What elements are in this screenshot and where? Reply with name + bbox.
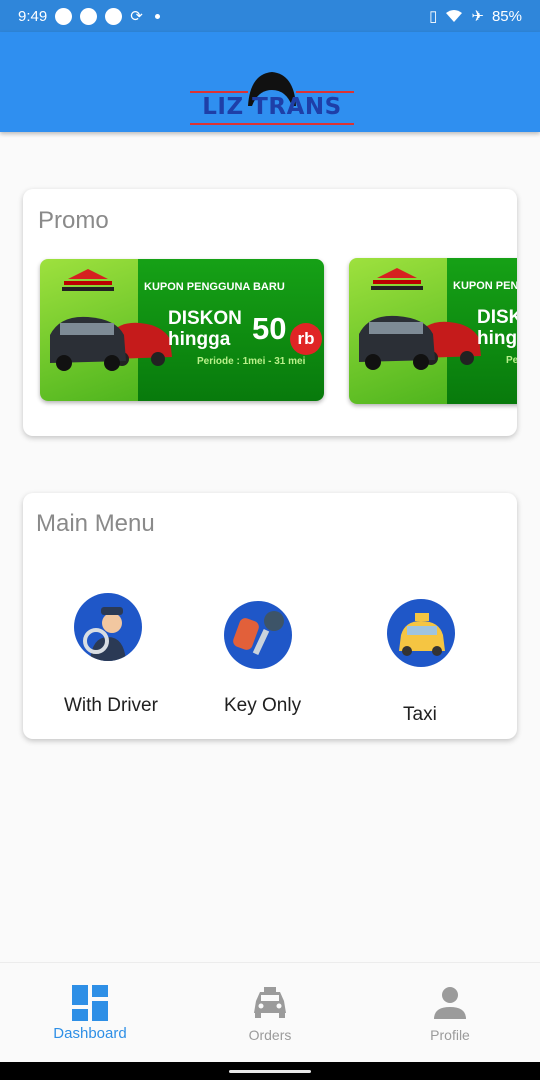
banner-kupon-text: KUPON PENGGUNA BARU — [453, 280, 517, 292]
driver-icon — [74, 593, 142, 661]
banner-kupon-text: KUPON PENGGUNA BARU — [144, 281, 285, 293]
dashboard-icon — [72, 985, 108, 1021]
promo-banner[interactable]: KUPON PENGGUNA BARU DISKON hingga 50 rb … — [40, 259, 324, 401]
nav-label-orders: Orders — [248, 1027, 292, 1043]
banner-diskon-label: DISKON — [477, 307, 517, 328]
nav-item-dashboard[interactable]: Dashboard — [0, 963, 180, 1063]
banner-hingga-label: hingga — [477, 328, 517, 349]
whatsapp-icon — [80, 7, 98, 25]
banner-logo-icon — [371, 268, 423, 290]
system-navigation-bar — [0, 1062, 540, 1080]
app-bar: LIZ TRANS — [0, 32, 540, 132]
menu-label-key-only: Key Only — [224, 695, 302, 716]
home-gesture-handle[interactable] — [229, 1070, 311, 1073]
power-app-icon — [105, 7, 123, 25]
banner-periode-text: Periode : 1mei - 31 mei — [197, 356, 306, 367]
banner-periode-text: Periode : 1mei - 31 mei — [506, 355, 517, 366]
bottom-navigation: Dashboard Orders Profile — [0, 962, 540, 1062]
banner-diskon-label: DISKON — [168, 308, 242, 329]
status-bar: 9:49 ⟳ ▯ ✈ 85% — [0, 0, 540, 32]
person-icon — [434, 987, 466, 1019]
promo-banner[interactable]: KUPON PENGGUNA BARU DISKON hingga 50 rb … — [349, 258, 517, 404]
main-menu-title: Main Menu — [36, 510, 155, 537]
nav-label-profile: Profile — [430, 1027, 470, 1043]
banner-hingga-label: hingga — [168, 329, 231, 350]
notification-dot-icon — [154, 13, 160, 19]
nav-item-orders[interactable]: Orders — [180, 963, 360, 1063]
taxi-icon — [387, 599, 455, 667]
status-time: 9:49 — [18, 7, 48, 25]
sync-icon: ⟳ — [130, 7, 143, 25]
banner-amount: 50 — [252, 311, 287, 346]
car-key-icon — [224, 601, 292, 669]
banner-logo-icon — [62, 269, 114, 291]
banner-unit-badge: rb — [290, 323, 322, 355]
car-icon — [254, 987, 286, 1018]
main-menu-card: Main Menu With Driver Key Only Taxi — [23, 493, 517, 739]
wifi-icon — [446, 10, 463, 22]
cars-image-icon — [359, 315, 481, 370]
telegram-icon — [55, 7, 73, 25]
vibrate-icon: ▯ — [429, 7, 438, 25]
nav-label-dashboard: Dashboard — [53, 1025, 127, 1042]
nav-item-profile[interactable]: Profile — [360, 963, 540, 1063]
logo-text: LIZ TRANS — [202, 94, 342, 120]
banner-diskon-text: DISKON hingga — [477, 307, 517, 349]
liz-trans-logo: LIZ TRANS — [188, 68, 356, 130]
promo-card: Promo KUPON PENGGUNA BARU DISKON hingga … — [23, 189, 517, 436]
cars-image-icon — [50, 316, 172, 371]
menu-label-with-driver: With Driver — [64, 695, 158, 716]
menu-label-taxi: Taxi — [403, 704, 437, 725]
banner-diskon-text: DISKON hingga — [168, 308, 242, 350]
airplane-icon: ✈ — [471, 7, 484, 25]
promo-title: Promo — [38, 207, 109, 234]
battery-level: 85% — [491, 7, 522, 25]
